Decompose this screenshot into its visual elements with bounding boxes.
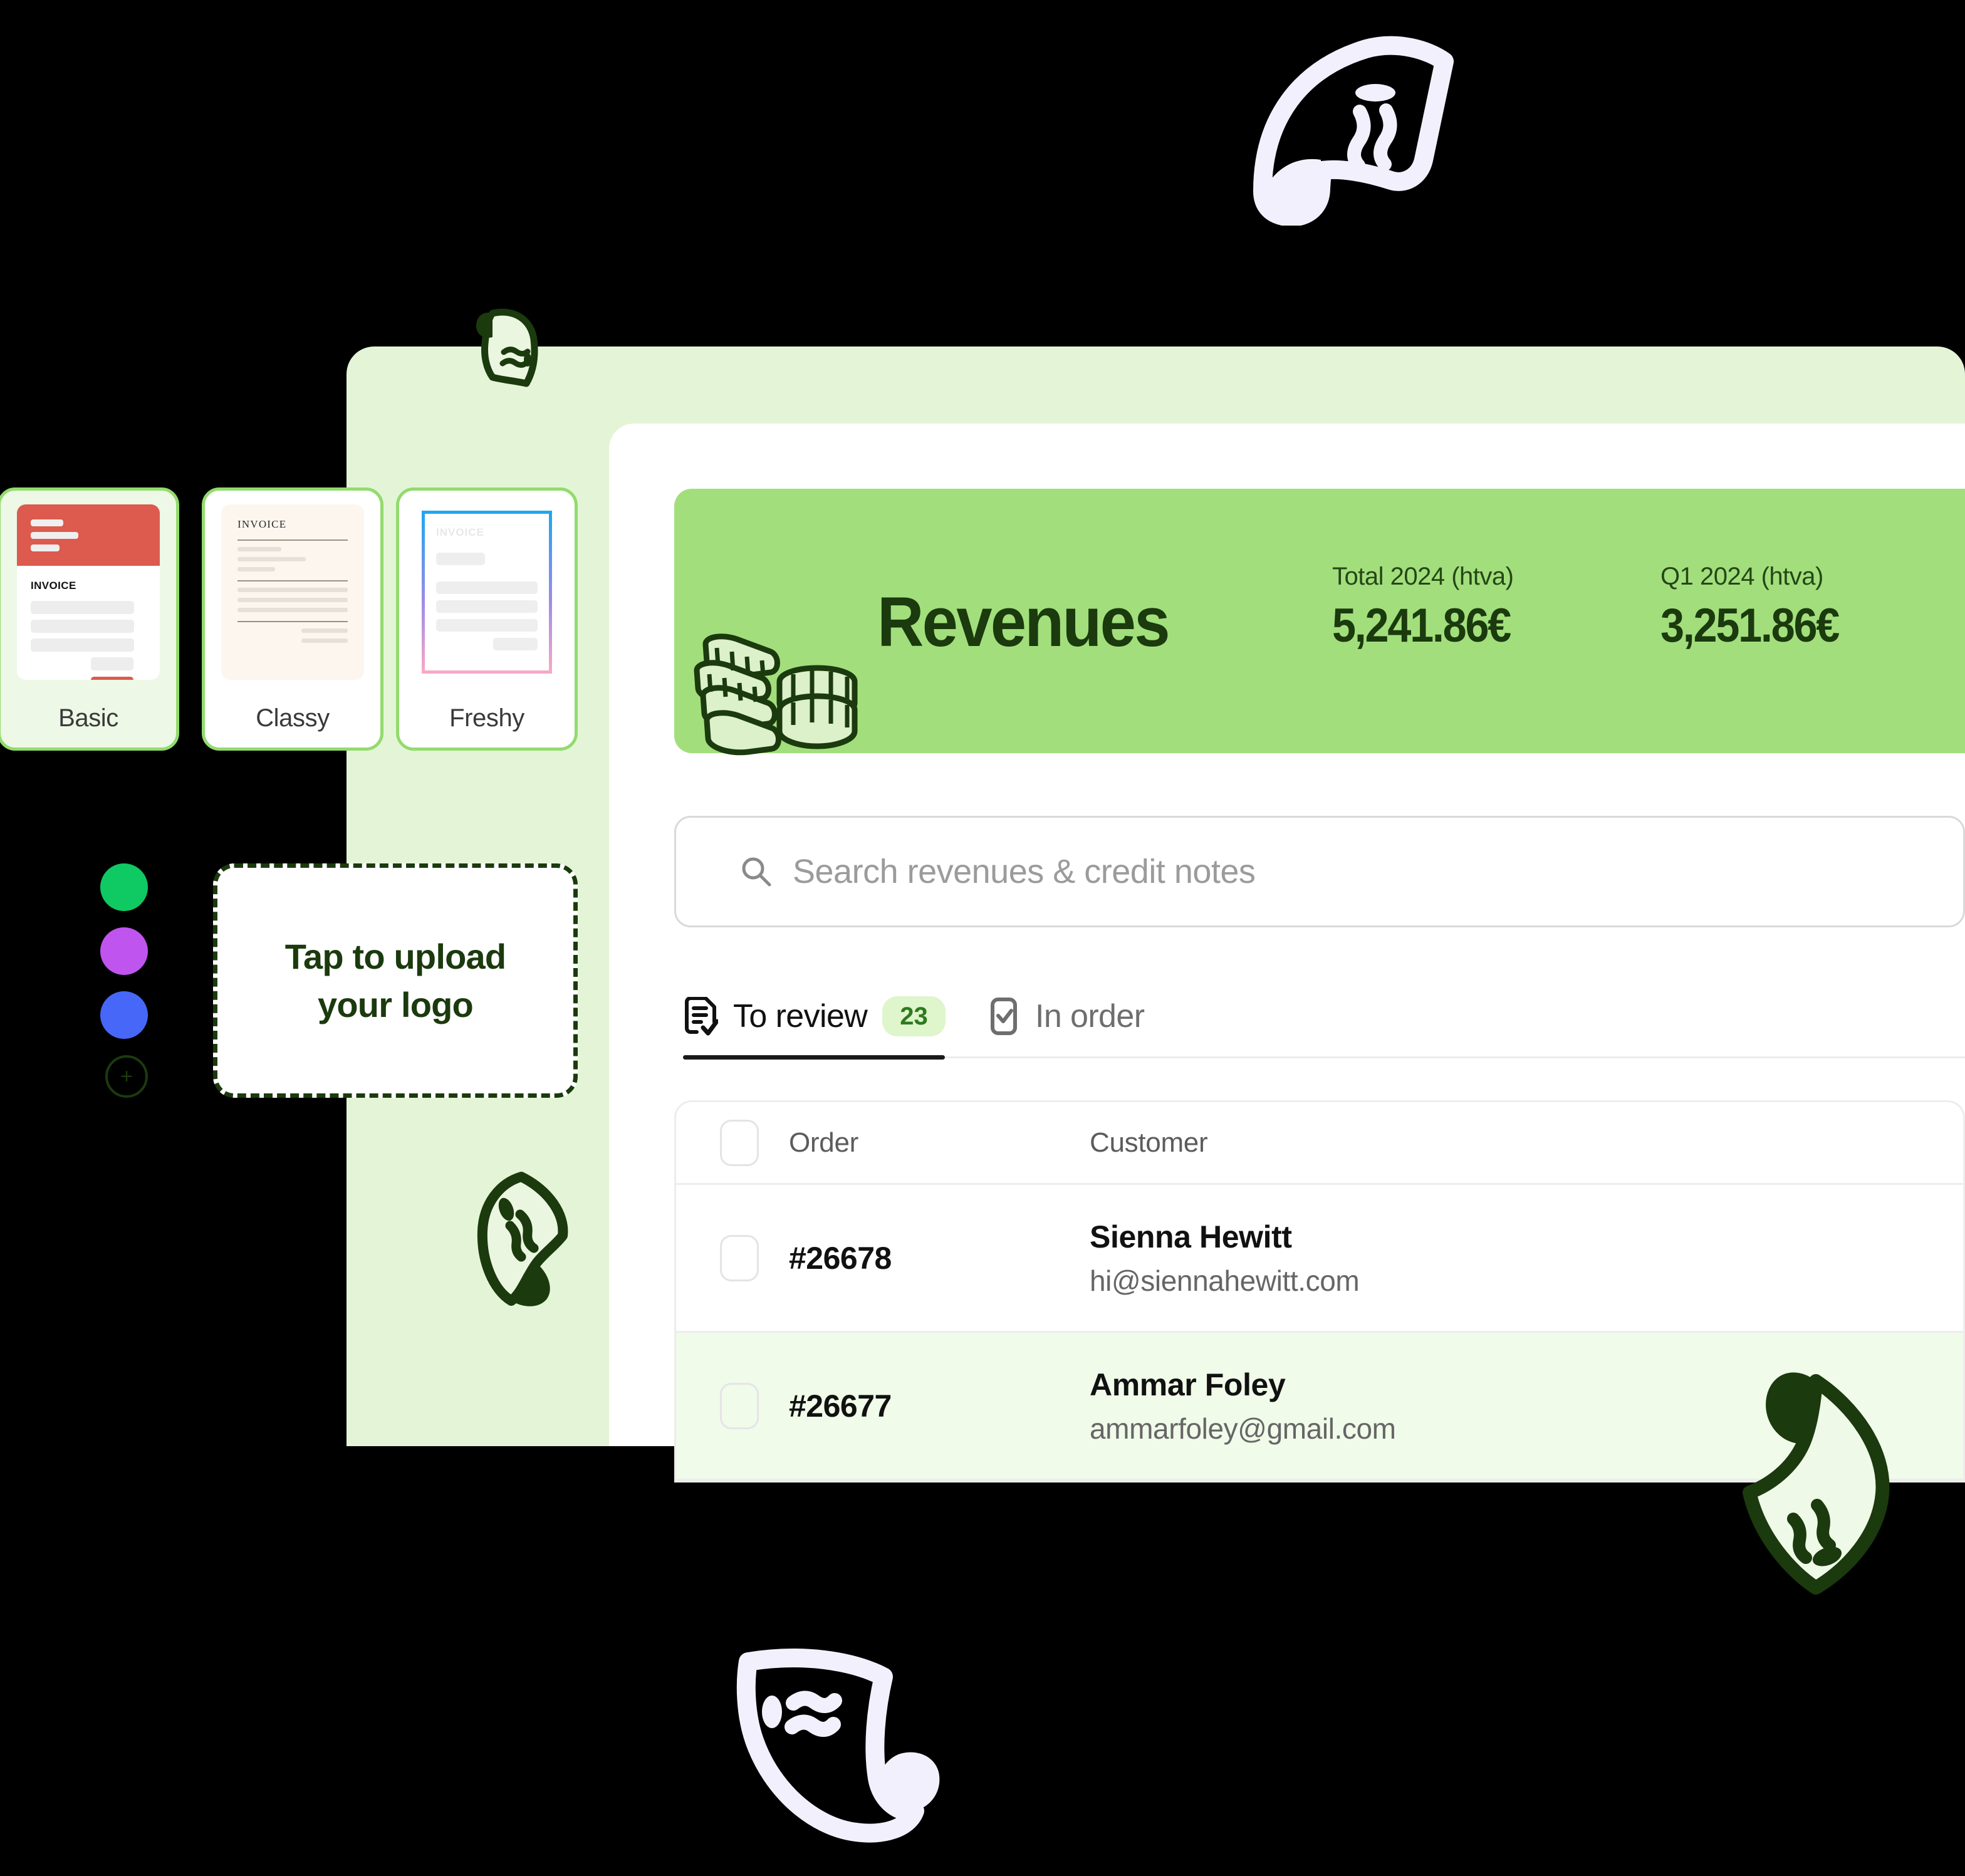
select-all-checkbox[interactable] xyxy=(720,1119,759,1166)
template-card-basic[interactable]: INVOICE Basic xyxy=(0,487,179,751)
row-checkbox[interactable] xyxy=(720,1382,759,1429)
tab-in-order[interactable]: In order xyxy=(988,985,1145,1048)
page-title: Revenues xyxy=(877,583,1170,661)
tab-to-review[interactable]: To review 23 xyxy=(683,985,946,1048)
stat-label: Total 2024 (htva) xyxy=(1332,563,1514,590)
search-input[interactable] xyxy=(791,852,1859,892)
upload-line-1: Tap to upload xyxy=(284,936,506,976)
receipt-paper-icon xyxy=(1253,36,1454,226)
order-id: #26678 xyxy=(789,1240,892,1276)
column-header-customer: Customer xyxy=(1090,1127,1208,1158)
preview-invoice-title: INVOICE xyxy=(31,580,76,591)
preview-gradient-frame: INVOICE xyxy=(422,511,552,674)
customer-email: hi@siennahewitt.com xyxy=(1090,1264,1360,1297)
receipt-paper-icon xyxy=(477,1172,568,1306)
upload-instruction: Tap to upload your logo xyxy=(285,932,506,1029)
color-swatch-purple[interactable] xyxy=(100,927,148,975)
template-preview-classy: INVOICE xyxy=(221,504,364,680)
search-bar[interactable] xyxy=(674,816,1965,927)
search-icon xyxy=(742,857,771,887)
template-label: Freshy xyxy=(449,704,524,732)
template-card-classy[interactable]: INVOICE Classy xyxy=(202,487,383,751)
customer-name: Sienna Hewitt xyxy=(1090,1219,1292,1254)
preview-lines xyxy=(31,601,160,652)
template-preview-freshy: INVOICE xyxy=(415,504,558,680)
template-preview-basic: INVOICE xyxy=(17,504,160,680)
coin-stack-icon xyxy=(694,633,858,756)
stat-total-2024: Total 2024 (htva) 5,241.86€ xyxy=(1332,563,1530,653)
preview-total-block xyxy=(91,657,160,680)
receipt-paper-icon xyxy=(476,308,538,387)
upload-line-2: your logo xyxy=(318,985,474,1024)
column-header-order: Order xyxy=(789,1127,858,1158)
tab-badge-count: 23 xyxy=(882,996,946,1036)
stat-value: 5,241.86€ xyxy=(1332,599,1511,652)
table-header-row: Order Customer xyxy=(676,1102,1963,1185)
stat-value: 3,251.86€ xyxy=(1660,599,1840,652)
preview-invoice-title: INVOICE xyxy=(436,526,484,538)
cell-customer: Sienna Hewitt hi@siennahewitt.com xyxy=(1090,1219,1963,1298)
color-swatch-green[interactable] xyxy=(100,863,148,911)
stat-q1-2024: Q1 2024 (htva) 3,251.86€ xyxy=(1660,563,1858,653)
row-checkbox[interactable] xyxy=(720,1234,759,1281)
stat-label: Q1 2024 (htva) xyxy=(1660,563,1823,590)
template-label: Classy xyxy=(256,704,330,732)
tab-bar: To review 23 In order xyxy=(683,985,1965,1063)
receipt-paper-icon xyxy=(736,1649,940,1843)
template-label: Basic xyxy=(58,704,118,732)
tab-label: To review xyxy=(733,998,868,1034)
cell-order: #26677 xyxy=(789,1388,1090,1424)
add-color-button[interactable]: + xyxy=(105,1055,148,1098)
template-card-freshy[interactable]: INVOICE Freshy xyxy=(396,487,578,751)
brand-color-picker: + xyxy=(100,863,148,1098)
preview-header-band xyxy=(17,504,160,566)
order-id: #26677 xyxy=(789,1388,892,1424)
tab-label: In order xyxy=(1035,998,1145,1034)
canvas: Revenues Total 2024 (htva) 5,241.86€ Q1 … xyxy=(0,0,1965,1876)
receipt-paper-icon xyxy=(1743,1372,1890,1595)
color-swatch-blue[interactable] xyxy=(100,991,148,1039)
active-tab-indicator xyxy=(683,1055,945,1060)
checkbox-check-icon xyxy=(991,998,1017,1035)
table-row[interactable]: #26678 Sienna Hewitt hi@siennahewitt.com xyxy=(676,1185,1963,1333)
document-check-icon xyxy=(685,997,718,1036)
cell-order: #26678 xyxy=(789,1240,1090,1276)
preview-invoice-title: INVOICE xyxy=(237,518,287,530)
logo-upload-dropzone[interactable]: Tap to upload your logo xyxy=(213,863,578,1098)
